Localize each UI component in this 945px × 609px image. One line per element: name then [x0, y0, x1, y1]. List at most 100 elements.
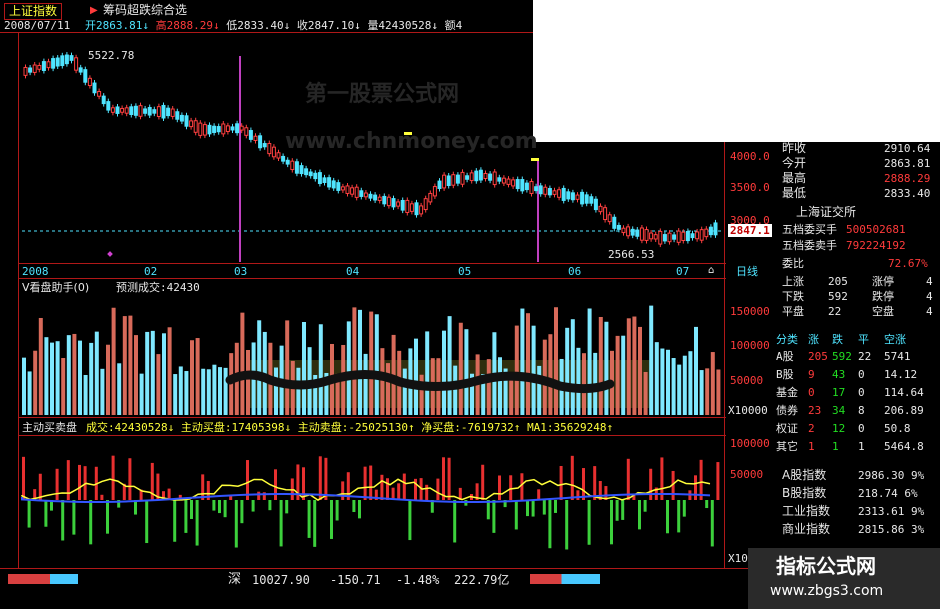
table-cell: 12	[832, 422, 846, 435]
volume-bar	[582, 353, 586, 415]
flow-bar	[436, 478, 440, 500]
breadth-cell: 上涨	[782, 275, 804, 288]
flow-bar	[296, 464, 300, 500]
price-ytick-0: 4000.0	[730, 150, 770, 163]
quote-row-value: 2888.29	[884, 172, 931, 185]
table-cell: 43	[832, 368, 846, 381]
candle-body	[492, 171, 497, 186]
candle-body	[529, 181, 534, 194]
table-cell: 592	[832, 350, 852, 363]
flow-bar	[526, 500, 529, 517]
period-button[interactable]: 日线	[736, 265, 758, 278]
table-cell: 5741	[884, 350, 911, 363]
index-value: 2815.86 3%	[858, 523, 925, 536]
flow-bar	[257, 491, 261, 500]
candle-body	[658, 230, 663, 245]
tab-main[interactable]: 上证指数	[4, 3, 63, 20]
volume-bar	[716, 369, 721, 415]
flow-bar	[78, 464, 81, 500]
candle-body	[124, 107, 129, 114]
flow-bar	[660, 457, 664, 500]
table-cell: 0	[858, 386, 865, 399]
candle-body	[133, 105, 138, 116]
flow-bar	[442, 457, 445, 500]
flow-item: 主动买盘:17405398↓	[180, 421, 298, 434]
candle-body	[143, 108, 148, 114]
candle-body	[667, 232, 672, 243]
flow-bar	[363, 466, 367, 500]
volume-bar	[565, 327, 570, 415]
flow-bar	[358, 500, 361, 519]
committee-sell-label: 五档委卖手	[782, 239, 837, 252]
lock-icon[interactable]: ⌂	[708, 264, 714, 277]
volume-bar	[156, 354, 161, 415]
volume-bar	[324, 372, 329, 415]
volume-bar	[402, 368, 407, 415]
candle-body	[662, 234, 667, 242]
candle-body	[212, 125, 217, 133]
volume-bar	[570, 319, 575, 415]
xlabel-05: 05	[458, 265, 472, 278]
volume-bar	[391, 334, 396, 415]
volume-bar	[251, 342, 256, 415]
volume-bar	[358, 309, 362, 415]
flow-bar	[290, 478, 294, 500]
candle-body	[230, 126, 235, 131]
candle-body	[193, 120, 198, 133]
candle-body	[488, 173, 493, 181]
volume-bar	[22, 357, 26, 415]
volume-bar	[542, 339, 547, 415]
table-cell: 34	[832, 404, 846, 417]
table-cell: 0	[808, 386, 815, 399]
candle-body	[207, 124, 212, 135]
volume-bar	[677, 364, 682, 415]
index-label: B股指数	[782, 486, 827, 500]
volume-bar	[346, 321, 351, 415]
candle-body	[115, 106, 120, 114]
volume-bar	[408, 348, 413, 415]
status-index: 10027.90	[252, 573, 310, 587]
candle-body	[267, 143, 272, 155]
table-cell: 114.64	[884, 386, 924, 399]
candle-body	[681, 231, 686, 242]
tab-arrow-icon: ▶	[90, 5, 98, 16]
candle-body	[262, 143, 267, 148]
volume-bar	[593, 352, 598, 415]
candle-body	[446, 175, 451, 187]
flow-title: 主动买卖盘	[22, 421, 77, 434]
volume-title: V看盘助手(0)	[22, 281, 90, 294]
breadth-cell: 4	[926, 290, 933, 303]
table-cell: 0	[858, 368, 865, 381]
table-cell: 23	[808, 404, 822, 417]
redaction-scribble	[225, 369, 615, 394]
index-label: 工业指数	[782, 504, 831, 518]
flow-bar	[262, 492, 266, 500]
flow-bar	[509, 475, 513, 500]
tab-secondary[interactable]: 筹码超跌综合选	[103, 4, 187, 17]
candle-body	[598, 205, 603, 213]
candle-body	[713, 222, 718, 236]
volume-bar	[414, 338, 418, 415]
volume-bar	[682, 355, 687, 415]
candle-body	[92, 82, 97, 94]
flow-bar	[302, 467, 305, 500]
volume-bar	[341, 344, 346, 415]
table-cell: 1	[808, 440, 815, 453]
volume-bar	[352, 307, 357, 415]
flow-bar	[582, 468, 585, 500]
volume-bar	[94, 331, 99, 415]
quote-row-value: 2833.40	[884, 187, 931, 200]
volume-bar	[447, 316, 452, 415]
flow-bar	[559, 465, 563, 500]
flow-ytick-1: 50000	[730, 468, 764, 481]
candle-body	[409, 203, 414, 212]
flow-bar	[682, 500, 686, 517]
flow-bar	[33, 489, 37, 500]
volume-bar	[604, 321, 609, 415]
flow-item: 净买盘:-7619732↑	[421, 421, 528, 434]
candle-body	[336, 182, 341, 191]
site-logo: 指标公式网 www.zbgs3.com	[748, 548, 940, 609]
volume-bar	[145, 331, 150, 415]
candle-body	[621, 227, 626, 234]
candle-body	[543, 186, 548, 195]
